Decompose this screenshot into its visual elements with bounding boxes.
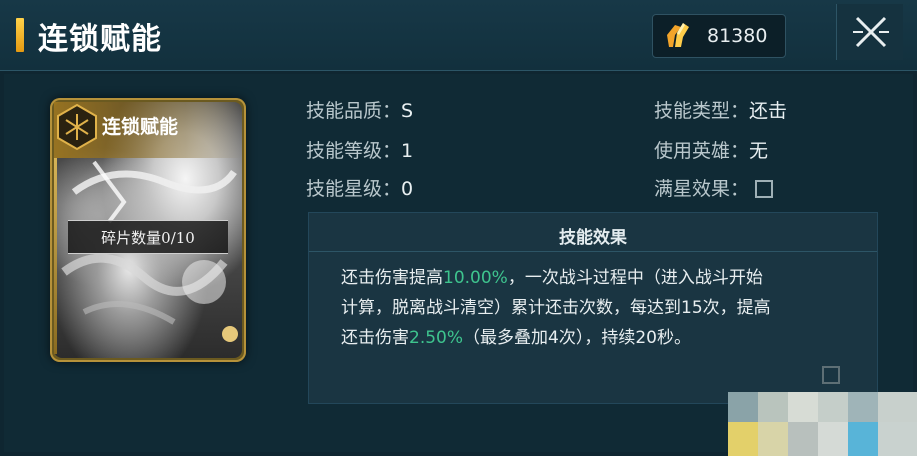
effect-line-2: 计算，脱离战斗清空）累计还击次数，每达到15次，提高 <box>341 298 771 318</box>
effect-text-segment: 还击伤害 <box>341 328 409 348</box>
skill-effect-box: 技能效果 还击伤害提高10.00%，一次战斗过程中（进入战斗开始 计算，脱离战斗… <box>308 212 878 404</box>
fullstar-row: 满星效果： <box>654 174 774 201</box>
title-accent-bar <box>16 18 24 52</box>
effect-description: 还击伤害提高10.00%，一次战斗过程中（进入战斗开始 计算，脱离战斗清空）累计… <box>341 263 865 353</box>
effect-text-segment: ，一次战斗过程中（进入战斗开始 <box>507 268 763 288</box>
hero-label: 使用英雄： <box>654 140 750 162</box>
effect-header: 技能效果 <box>309 213 877 252</box>
level-label: 技能等级： <box>306 140 402 162</box>
gold-crystal-icon <box>667 23 689 47</box>
level-value: 1 <box>401 140 414 162</box>
fullstar-label: 满星效果： <box>654 178 750 200</box>
type-label: 技能类型： <box>654 100 750 122</box>
card-gold-edge <box>54 158 57 354</box>
currency-value: 81380 <box>707 25 768 47</box>
skill-card[interactable]: 连锁赋能 碎片数量0/10 <box>50 98 246 362</box>
header-bar: 连锁赋能 81380 <box>0 0 917 71</box>
hero-value: 无 <box>749 140 769 162</box>
effect-highlight-value: 2.50% <box>409 328 464 348</box>
fragment-count: 碎片数量0/10 <box>101 229 195 247</box>
close-button[interactable] <box>836 4 903 60</box>
type-row: 技能类型：还击 <box>654 96 787 123</box>
card-title: 连锁赋能 <box>102 116 179 138</box>
type-value: 还击 <box>749 100 788 122</box>
fragment-bar: 碎片数量0/10 <box>68 220 228 254</box>
effect-highlight-value: 10.00% <box>443 268 508 288</box>
currency-display: 81380 <box>652 14 786 58</box>
star-value: 0 <box>401 178 414 200</box>
effect-line-3: 还击伤害2.50%（最多叠加4次），持续20秒。 <box>341 323 865 353</box>
effect-line-1: 还击伤害提高10.00%，一次战斗过程中（进入战斗开始 <box>341 263 865 293</box>
quality-label: 技能品质： <box>306 100 402 122</box>
effect-text-segment: （最多叠加4次），持续20秒。 <box>463 328 691 348</box>
close-x-icon <box>853 16 889 48</box>
star-row: 技能星级：0 <box>306 174 413 201</box>
effect-title: 技能效果 <box>559 228 627 248</box>
fist-icon <box>222 326 238 342</box>
quality-value: S <box>401 100 414 122</box>
page-title: 连锁赋能 <box>38 22 162 57</box>
faded-checkbox <box>822 366 840 384</box>
level-row: 技能等级：1 <box>306 136 413 163</box>
fullstar-checkbox[interactable] <box>755 180 774 198</box>
star-label: 技能星级： <box>306 178 402 200</box>
hero-row: 使用英雄：无 <box>654 136 768 163</box>
quality-row: 技能品质：S <box>306 96 413 123</box>
hexagon-emblem-icon <box>57 103 97 151</box>
effect-text-segment: 还击伤害提高 <box>341 268 443 288</box>
